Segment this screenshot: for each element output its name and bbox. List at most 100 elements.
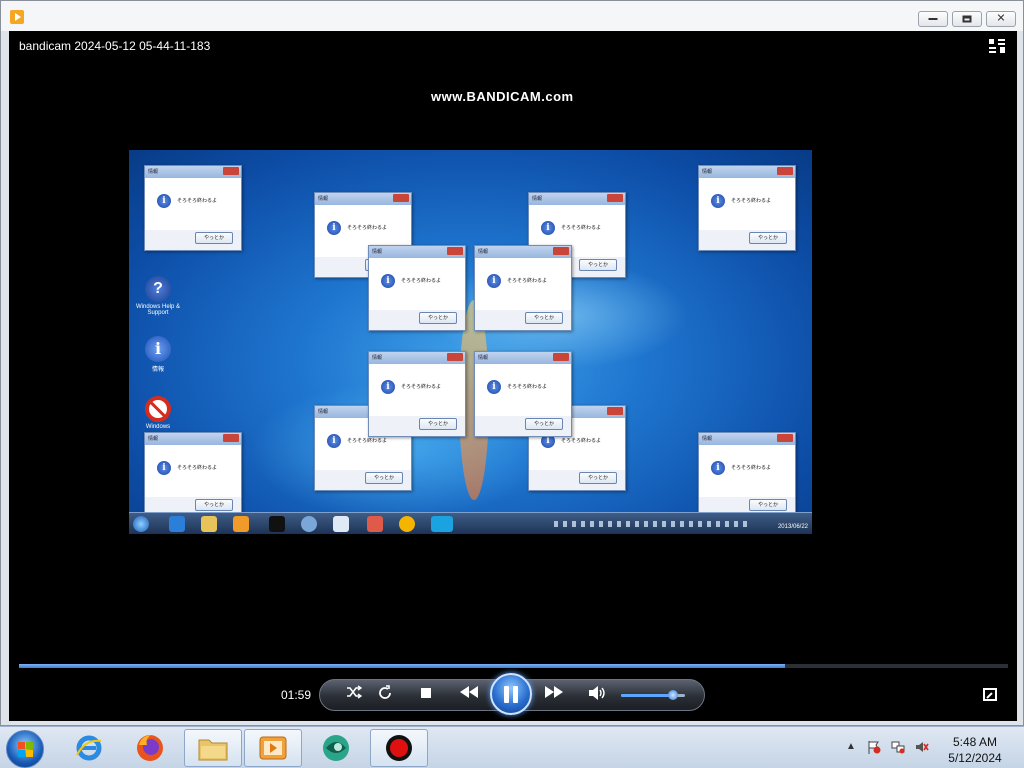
seek-progress <box>19 664 786 668</box>
app-orb-icon <box>323 735 349 761</box>
firefox-icon <box>137 735 163 761</box>
info-icon: i <box>711 461 725 475</box>
minimize-button[interactable] <box>918 11 948 27</box>
info-dialog: 情報 i そろそろ終わるよやっとか <box>144 165 242 251</box>
dialog-title: 情報 <box>372 249 383 255</box>
info-dialog: 情報 i そろそろ終わるよやっとか <box>698 432 796 518</box>
previous-button[interactable] <box>455 685 483 705</box>
switch-to-library-icon[interactable] <box>989 39 1005 53</box>
media-player-window: ✕ bandicam 2024-05-12 05-44-11-183 www.B… <box>0 0 1024 726</box>
volume-slider[interactable] <box>621 690 685 700</box>
recorded-taskbar: 2013/06/22 <box>129 512 812 534</box>
title-bar[interactable]: ✕ <box>1 1 1023 31</box>
dialog-ok-button: やっとか <box>419 312 457 324</box>
dialog-ok-button: やっとか <box>579 472 617 484</box>
action-center-flag-icon[interactable] <box>867 740 881 754</box>
dialog-title: 情報 <box>148 436 159 442</box>
info-icon: i <box>381 380 395 394</box>
no-entry-desktop-icon <box>145 396 171 422</box>
show-hidden-icons-button[interactable]: ▲ <box>846 741 856 752</box>
dialog-message: そろそろ終わるよ <box>347 438 388 444</box>
info-icon: i <box>327 434 341 448</box>
dialog-title: 情報 <box>148 169 159 175</box>
elapsed-time: 01:59 <box>281 688 312 702</box>
taskbar-internet-explorer[interactable] <box>60 729 118 767</box>
close-icon <box>553 247 569 255</box>
speaker-icon <box>589 686 605 700</box>
close-icon <box>553 353 569 361</box>
close-icon <box>223 434 239 442</box>
info-dialog: 情報 i そろそろ終わるよやっとか <box>368 351 466 437</box>
desktop-icon-label: Windows <box>145 424 171 430</box>
info-dialog: 情報 i そろそろ終わるよやっとか <box>474 245 572 331</box>
video-title: bandicam 2024-05-12 05-44-11-183 <box>19 39 211 53</box>
folder-icon <box>201 516 217 532</box>
info-dialog: 情報 i そろそろ終わるよやっとか <box>474 351 572 437</box>
repeat-icon <box>379 685 391 699</box>
recorded-tray-icons <box>554 521 749 527</box>
taskbar-firefox[interactable] <box>121 729 179 767</box>
dialog-message: そろそろ終わるよ <box>507 278 548 284</box>
speaker-muted-icon[interactable] <box>915 740 929 754</box>
close-icon <box>447 247 463 255</box>
close-icon: ✕ <box>996 12 1006 25</box>
info-icon: i <box>381 274 395 288</box>
info-icon: i <box>487 274 501 288</box>
dialog-message: そろそろ終わるよ <box>561 225 602 231</box>
dialog-ok-button: やっとか <box>579 259 617 271</box>
taskbar-file-explorer[interactable] <box>184 729 242 767</box>
info-icon: i <box>327 221 341 235</box>
bandicam-watermark: www.BANDICAM.com <box>431 89 574 104</box>
clock-date: 5/12/2024 <box>948 751 1002 765</box>
video-frame[interactable]: ? Windows Help & Support i 情報 Windows 情報… <box>129 150 812 534</box>
dialog-message: そろそろ終わるよ <box>561 438 602 444</box>
shuffle-button[interactable] <box>344 685 364 705</box>
seek-bar[interactable] <box>19 664 1008 668</box>
start-button[interactable] <box>6 730 44 768</box>
shuffle-icon <box>347 685 363 699</box>
mute-button[interactable] <box>587 685 607 705</box>
internet-explorer-icon <box>76 735 102 761</box>
network-icon[interactable] <box>891 740 905 754</box>
folder-icon <box>198 739 228 761</box>
windows-logo-icon <box>18 742 34 758</box>
dialog-title: 情報 <box>372 355 383 361</box>
restore-icon <box>962 15 972 23</box>
info-icon: i <box>541 221 555 235</box>
repeat-button[interactable] <box>375 685 395 705</box>
next-icon <box>545 686 563 698</box>
close-button[interactable]: ✕ <box>986 11 1016 27</box>
dialog-message: そろそろ終わるよ <box>347 225 388 231</box>
media-player-app-icon[interactable] <box>10 10 24 24</box>
dialog-message: そろそろ終わるよ <box>177 198 218 204</box>
dialog-title: 情報 <box>318 409 329 415</box>
help-desktop-icon: ? <box>145 276 171 302</box>
player-area[interactable]: bandicam 2024-05-12 05-44-11-183 www.BAN… <box>9 31 1017 721</box>
fullscreen-icon[interactable] <box>983 688 997 701</box>
dialog-ok-button: やっとか <box>195 232 233 244</box>
pause-button[interactable] <box>490 673 532 715</box>
start-orb-icon <box>133 516 149 532</box>
next-button[interactable] <box>540 685 568 705</box>
previous-icon <box>460 686 478 698</box>
dialog-title: 情報 <box>702 436 713 442</box>
app-icon <box>301 516 317 532</box>
stop-button[interactable] <box>416 685 436 705</box>
taskbar-app[interactable] <box>307 729 365 767</box>
restore-button[interactable] <box>952 11 982 27</box>
dialog-ok-button: やっとか <box>195 499 233 511</box>
chrome-icon <box>399 516 415 532</box>
clock-time: 5:48 AM <box>952 735 998 749</box>
stop-icon <box>421 688 431 698</box>
close-icon <box>777 167 793 175</box>
system-clock[interactable]: 5:48 AM 5/12/2024 <box>940 734 1010 766</box>
dialog-message: そろそろ終わるよ <box>507 384 548 390</box>
taskbar-media-player[interactable] <box>244 729 302 767</box>
dialog-ok-button: やっとか <box>749 499 787 511</box>
close-icon <box>607 194 623 202</box>
info-dialog: 情報 i そろそろ終わるよやっとか <box>368 245 466 331</box>
taskbar-bandicam[interactable] <box>370 729 428 767</box>
media-icon <box>233 516 249 532</box>
dialog-title: 情報 <box>702 169 713 175</box>
dialog-ok-button: やっとか <box>525 312 563 324</box>
